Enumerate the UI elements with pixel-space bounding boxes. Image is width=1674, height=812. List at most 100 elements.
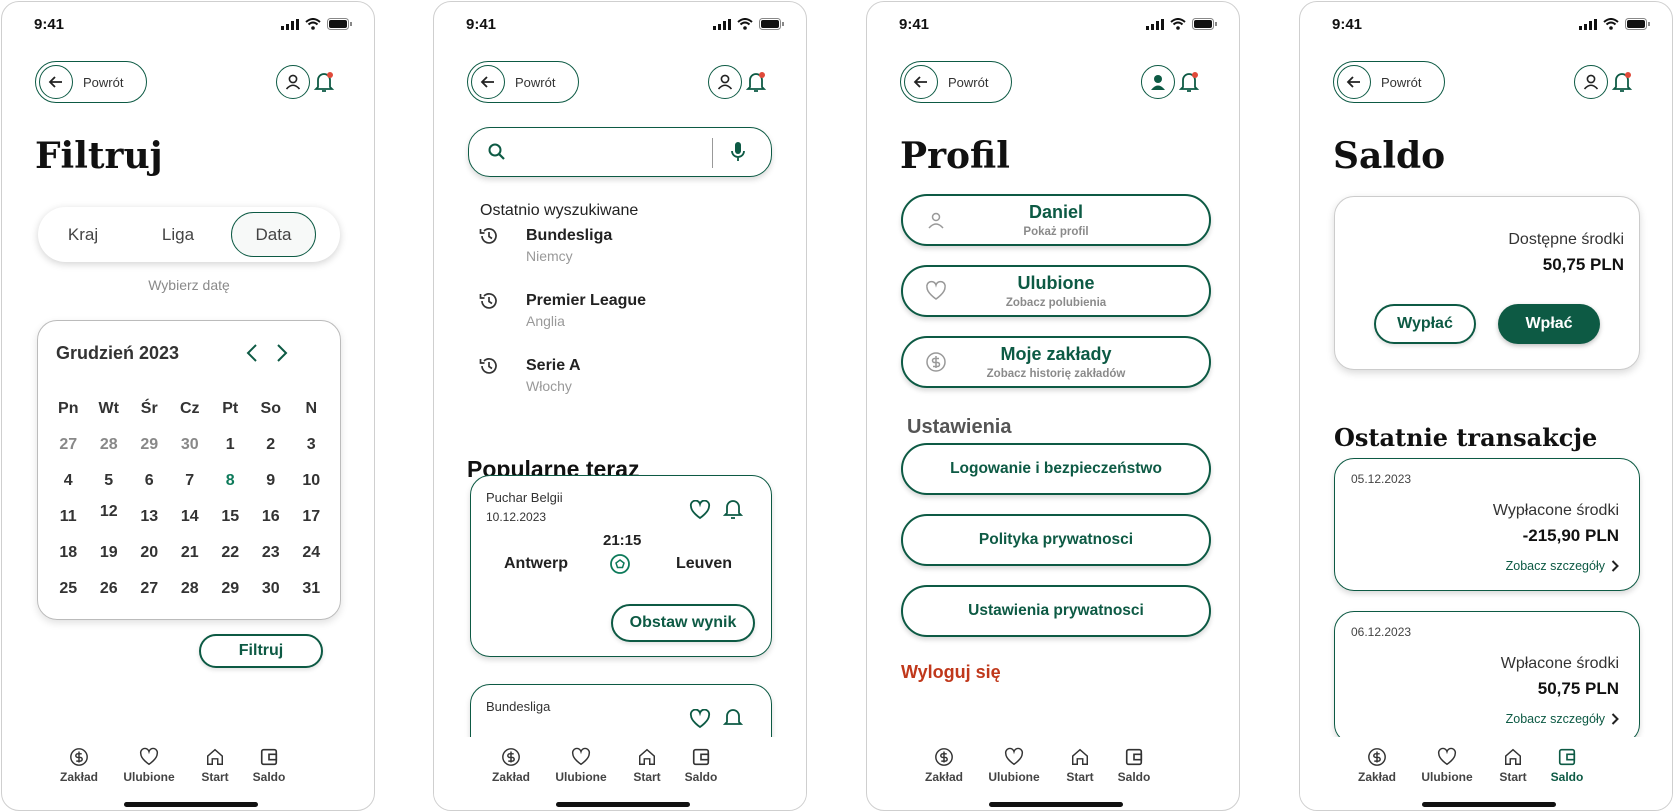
- recent-search-item[interactable]: Serie A Włochy: [478, 357, 738, 407]
- bell-icon[interactable]: [313, 70, 335, 94]
- calendar-day[interactable]: 4: [48, 472, 89, 490]
- calendar-day[interactable]: 27: [129, 580, 170, 598]
- bell-icon[interactable]: [1611, 70, 1633, 94]
- calendar-day[interactable]: 29: [129, 436, 170, 454]
- segment-kraj[interactable]: Kraj: [38, 207, 128, 262]
- back-label: Powrót: [948, 74, 989, 90]
- nav-item-start[interactable]: Start: [1050, 747, 1110, 784]
- calendar-day[interactable]: 1: [210, 436, 251, 454]
- calendar-day[interactable]: 7: [170, 472, 211, 490]
- match-card[interactable]: Puchar Belgii 10.12.2023 21:15 Antwerp L…: [470, 475, 772, 657]
- search-input[interactable]: [527, 140, 707, 164]
- transaction-details-link[interactable]: Zobacz szczegóły: [1506, 712, 1619, 726]
- calendar-day[interactable]: 16: [251, 508, 292, 526]
- nav-item-start[interactable]: Start: [617, 747, 677, 784]
- nav-item-zakład[interactable]: Zakład: [914, 747, 974, 784]
- nav-item-ulubione[interactable]: Ulubione: [1417, 747, 1477, 784]
- settings-login-security[interactable]: Logowanie i bezpieczeństwo: [901, 443, 1211, 495]
- nav-item-ulubione[interactable]: Ulubione: [119, 747, 179, 784]
- logout-link[interactable]: Wyloguj się: [901, 662, 1001, 683]
- profile-card-favorites[interactable]: Ulubione Zobacz polubienia: [901, 265, 1211, 317]
- back-button[interactable]: Powrót: [35, 61, 147, 103]
- nav-item-zakład[interactable]: Zakład: [481, 747, 541, 784]
- transaction-card[interactable]: 06.12.2023 Wpłacone środki 50,75 PLN Zob…: [1334, 611, 1640, 744]
- calendar-day[interactable]: 27: [48, 436, 89, 454]
- profile-avatar-button[interactable]: [708, 65, 742, 99]
- nav-item-saldo[interactable]: Saldo: [239, 747, 299, 784]
- back-button[interactable]: Powrót: [467, 61, 579, 103]
- nav-item-saldo[interactable]: Saldo: [1104, 747, 1164, 784]
- profile-avatar-button[interactable]: [1141, 65, 1175, 99]
- recent-search-item[interactable]: Premier League Anglia: [478, 292, 738, 342]
- calendar-day[interactable]: 5: [89, 472, 130, 490]
- profile-card-user[interactable]: Daniel Pokaż profil: [901, 194, 1211, 246]
- calendar-day[interactable]: 9: [251, 472, 292, 490]
- withdraw-button[interactable]: Wypłać: [1374, 304, 1476, 344]
- place-bet-button[interactable]: Obstaw wynik: [611, 604, 755, 642]
- heart-icon[interactable]: [689, 500, 711, 520]
- calendar-day[interactable]: 23: [251, 544, 292, 562]
- microphone-icon[interactable]: [729, 141, 747, 163]
- nav-item-start[interactable]: Start: [1483, 747, 1543, 784]
- bell-icon[interactable]: [723, 498, 743, 520]
- calendar-day[interactable]: 19: [89, 544, 130, 562]
- nav-item-ulubione[interactable]: Ulubione: [551, 747, 611, 784]
- wallet-icon: [1125, 748, 1143, 766]
- bell-icon[interactable]: [1178, 70, 1200, 94]
- bell-icon[interactable]: [723, 707, 743, 729]
- calendar-day[interactable]: 30: [251, 580, 292, 598]
- nav-item-ulubione[interactable]: Ulubione: [984, 747, 1044, 784]
- away-team: Leuven: [676, 555, 733, 572]
- profile-card-bets[interactable]: Moje zakłady Zobacz historię zakładów: [901, 336, 1211, 388]
- calendar-day[interactable]: 11: [48, 508, 89, 526]
- calendar-day[interactable]: 17: [291, 508, 332, 526]
- calendar-day[interactable]: 8: [210, 472, 251, 490]
- chevron-right-icon[interactable]: [270, 341, 292, 365]
- profile-card-title: Moje zakłady: [1000, 344, 1112, 364]
- settings-privacy[interactable]: Ustawienia prywatnosci: [901, 585, 1211, 637]
- nav-item-zakład[interactable]: Zakład: [49, 747, 109, 784]
- calendar-day[interactable]: 25: [48, 580, 89, 598]
- segment-liga[interactable]: Liga: [133, 207, 223, 262]
- calendar-day[interactable]: 21: [170, 544, 211, 562]
- profile-avatar-button[interactable]: [276, 65, 310, 99]
- calendar-day[interactable]: 24: [291, 544, 332, 562]
- history-icon: [479, 358, 497, 374]
- calendar-day[interactable]: 15: [210, 508, 251, 526]
- recent-search-name: Serie A: [526, 357, 581, 374]
- settings-privacy-policy[interactable]: Polityka prywatnosci: [901, 514, 1211, 566]
- calendar-day[interactable]: 29: [210, 580, 251, 598]
- calendar-day[interactable]: 3: [291, 436, 332, 454]
- heart-icon[interactable]: [689, 709, 711, 729]
- calendar-day[interactable]: 30: [170, 436, 211, 454]
- calendar-day[interactable]: 28: [89, 436, 130, 454]
- calendar-day[interactable]: 2: [251, 436, 292, 454]
- calendar-day[interactable]: 26: [89, 580, 130, 598]
- bell-icon[interactable]: [745, 70, 767, 94]
- nav-item-saldo[interactable]: Saldo: [1537, 747, 1597, 784]
- calendar-day[interactable]: 10: [291, 472, 332, 490]
- nav-label: Zakład: [1357, 770, 1396, 784]
- deposit-button[interactable]: Wpłać: [1498, 304, 1600, 344]
- calendar-day[interactable]: 28: [170, 580, 211, 598]
- back-button[interactable]: Powrót: [900, 61, 1012, 103]
- calendar-day[interactable]: 14: [170, 508, 211, 526]
- back-button[interactable]: Powrót: [1333, 61, 1445, 103]
- transaction-details-link[interactable]: Zobacz szczegóły: [1506, 559, 1619, 573]
- segment-data[interactable]: Data: [231, 212, 316, 257]
- calendar-day[interactable]: 18: [48, 544, 89, 562]
- calendar-day[interactable]: 31: [291, 580, 332, 598]
- nav-item-start[interactable]: Start: [185, 747, 245, 784]
- calendar-day[interactable]: 22: [210, 544, 251, 562]
- calendar-day[interactable]: 6: [129, 472, 170, 490]
- recent-search-item[interactable]: Bundesliga Niemcy: [478, 227, 738, 277]
- apply-filter-button[interactable]: Filtruj: [199, 634, 323, 668]
- chevron-left-icon[interactable]: [242, 341, 264, 365]
- profile-avatar-button[interactable]: [1574, 65, 1608, 99]
- nav-item-zakład[interactable]: Zakład: [1347, 747, 1407, 784]
- calendar-day[interactable]: 13: [129, 508, 170, 526]
- calendar-day[interactable]: 20: [129, 544, 170, 562]
- nav-item-saldo[interactable]: Saldo: [671, 747, 731, 784]
- transaction-card[interactable]: 05.12.2023 Wypłacone środki -215,90 PLN …: [1334, 458, 1640, 591]
- calendar-day[interactable]: 12: [89, 503, 130, 521]
